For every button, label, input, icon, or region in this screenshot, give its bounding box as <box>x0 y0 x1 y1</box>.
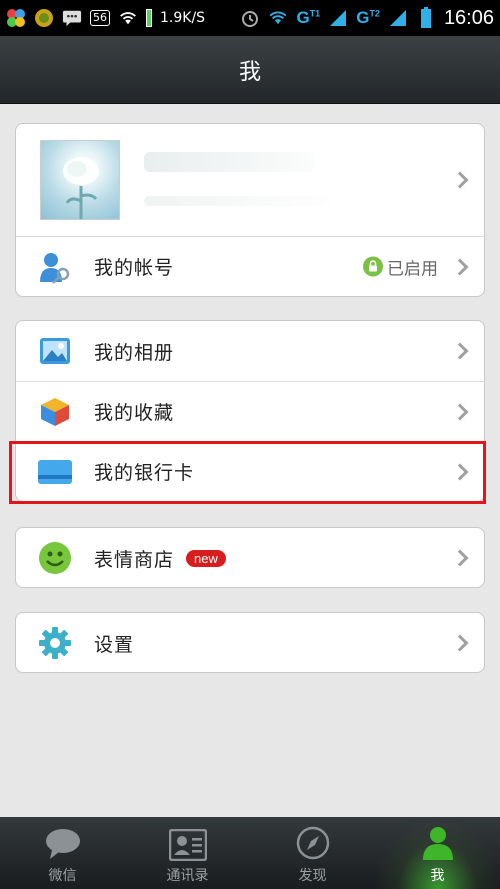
wifi-icon <box>118 8 138 28</box>
chevron-right-icon <box>451 549 469 567</box>
chevron-right-icon <box>451 171 469 189</box>
sim1-network: GT1 <box>296 8 321 27</box>
tab-me-label: 我 <box>430 868 445 884</box>
my-account-label: 我的帐号 <box>94 257 175 279</box>
settings-card: 设置 <box>15 612 485 673</box>
my-album-row[interactable]: 我的相册 <box>16 321 484 381</box>
account-key-icon <box>38 250 72 284</box>
contacts-card-icon <box>168 829 207 861</box>
my-album-label: 我的相册 <box>94 341 175 364</box>
chevron-right-icon <box>451 342 469 360</box>
my-bank-card-row[interactable]: 我的银行卡 <box>16 441 484 501</box>
smiley-icon <box>38 541 72 575</box>
network-speed: 1.9K/S <box>160 10 206 26</box>
bottom-tab-bar: 微信 通讯录 发现 我 <box>0 817 500 889</box>
person-icon <box>422 827 453 860</box>
my-bank-card-label: 我的银行卡 <box>94 462 195 484</box>
battery-icon <box>416 7 436 28</box>
chevron-right-icon <box>451 634 469 652</box>
chat-bubble-icon <box>45 829 80 859</box>
settings-label: 设置 <box>94 633 135 656</box>
account-status-text: 已启用 <box>387 259 438 279</box>
message-icon <box>62 8 82 28</box>
sticker-store-label: 表情商店 <box>94 548 175 571</box>
bank-card-icon <box>38 455 72 489</box>
coin-app-icon <box>34 8 54 28</box>
tab-discover-label: 发现 <box>298 868 327 884</box>
my-favorites-label: 我的收藏 <box>94 402 175 424</box>
tab-chats[interactable]: 微信 <box>0 817 125 889</box>
clock: 16:06 <box>443 6 494 29</box>
avatar <box>40 140 120 220</box>
tab-discover[interactable]: 发现 <box>250 817 375 889</box>
tab-me[interactable]: 我 <box>375 817 500 889</box>
page-title: 我 <box>238 59 261 85</box>
status-bar: 56 1.9K/S GT1 GT2 16:06 <box>0 0 500 36</box>
profile-name-blurred <box>144 152 314 172</box>
tab-contacts[interactable]: 通讯录 <box>125 817 250 889</box>
gear-icon <box>38 626 72 660</box>
compass-icon <box>296 826 329 860</box>
photo-album-icon <box>38 334 72 368</box>
sticker-store-row[interactable]: 表情商店 new <box>16 528 484 587</box>
chevron-right-icon <box>451 403 469 420</box>
sim1-signal-icon <box>328 8 348 28</box>
account-status: 已启用 <box>363 254 438 279</box>
my-favorites-row[interactable]: 我的收藏 <box>16 381 484 441</box>
menu-card: 我的相册 我的收藏 我的银行卡 <box>15 320 485 502</box>
tab-contacts-label: 通讯录 <box>166 868 209 884</box>
profile-row[interactable] <box>16 124 484 236</box>
sim2-network: GT2 <box>356 8 380 27</box>
wifi-signal-icon <box>268 8 288 28</box>
profile-id-blurred <box>144 196 334 206</box>
sticker-store-card: 表情商店 new <box>15 527 485 588</box>
chevron-right-icon <box>451 258 469 275</box>
chevron-right-icon <box>451 463 469 480</box>
tab-chats-label: 微信 <box>48 868 77 884</box>
new-badge: new <box>186 549 226 567</box>
title-bar: 我 <box>0 36 500 104</box>
lock-icon <box>363 256 383 277</box>
alarm-icon <box>240 8 260 28</box>
profile-card: 我的帐号 已启用 <box>15 123 485 297</box>
favorites-cube-icon <box>38 395 72 429</box>
sim2-signal-icon <box>388 8 408 28</box>
my-account-row[interactable]: 我的帐号 已启用 <box>16 236 484 296</box>
notification-badge: 56 <box>90 10 110 26</box>
battery-small-icon <box>146 9 152 27</box>
pinwheel-app-icon <box>6 8 26 28</box>
settings-row[interactable]: 设置 <box>16 613 484 672</box>
